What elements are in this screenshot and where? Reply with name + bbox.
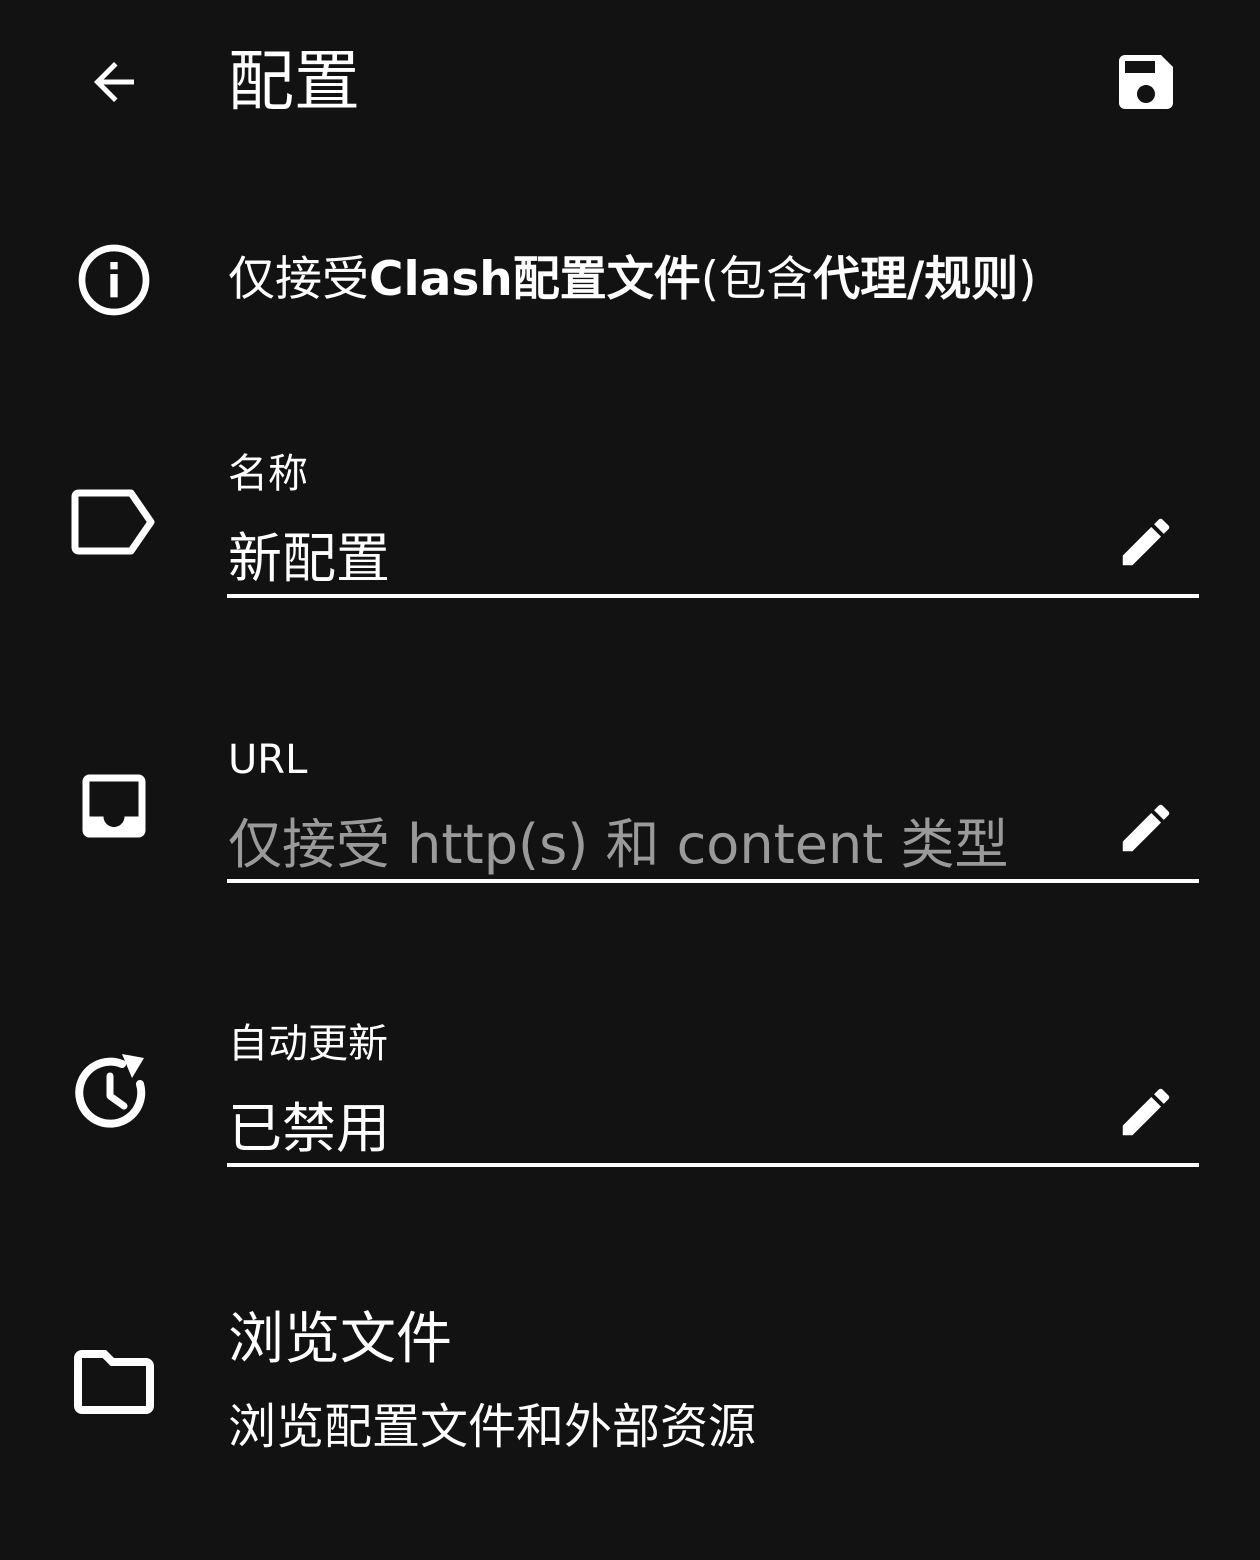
- info-text-rules: 规则: [924, 252, 1019, 307]
- folder-icon: [62, 1330, 166, 1434]
- url-field-label: URL: [228, 737, 308, 783]
- auto-update-field-label: 自动更新: [228, 1021, 388, 1067]
- info-text-slash: /: [907, 252, 925, 307]
- auto-update-field-value[interactable]: 已禁用: [228, 1094, 390, 1164]
- arrow-left-icon: [94, 62, 134, 102]
- clock-refresh-icon: [66, 1044, 162, 1140]
- info-text-clash: Clash: [369, 252, 513, 307]
- name-field-value[interactable]: 新配置: [228, 524, 390, 594]
- name-edit-button[interactable]: [1110, 506, 1182, 578]
- browse-files-title[interactable]: 浏览文件: [228, 1304, 452, 1376]
- info-circle-icon: [72, 238, 156, 322]
- label-tag-icon: [66, 474, 162, 570]
- name-field-underline: [227, 594, 1199, 598]
- pencil-icon: [1122, 804, 1170, 852]
- pencil-icon: [1122, 1088, 1170, 1136]
- info-text-part: ): [1018, 252, 1037, 307]
- back-button[interactable]: [66, 34, 162, 130]
- page-title: 配置: [228, 43, 360, 120]
- url-field-placeholder[interactable]: 仅接受 http(s) 和 content 类型: [228, 810, 1009, 880]
- info-message: 仅接受Clash配置文件(包含代理/规则): [228, 248, 1037, 312]
- pencil-icon: [1122, 518, 1170, 566]
- info-text-proxy: 代理: [813, 252, 908, 307]
- info-text-part: 仅接受: [228, 252, 369, 307]
- inbox-tray-icon: [66, 758, 162, 854]
- url-field-underline: [227, 879, 1199, 883]
- auto-update-edit-button[interactable]: [1110, 1076, 1182, 1148]
- name-field-label: 名称: [228, 451, 308, 497]
- save-button[interactable]: [1098, 34, 1194, 130]
- info-text-config-file: 配置文件: [512, 252, 701, 307]
- floppy-disk-icon: [1119, 55, 1173, 109]
- info-text-part: (包含: [700, 252, 814, 307]
- profile-config-screen: 配置 仅接受Clash配置文件(包含代理/规则) 名称 新配置 URL 仅接受 …: [0, 0, 1260, 1560]
- url-edit-button[interactable]: [1110, 792, 1182, 864]
- browse-files-subtitle: 浏览配置文件和外部资源: [228, 1399, 757, 1455]
- auto-update-field-underline: [227, 1163, 1199, 1167]
